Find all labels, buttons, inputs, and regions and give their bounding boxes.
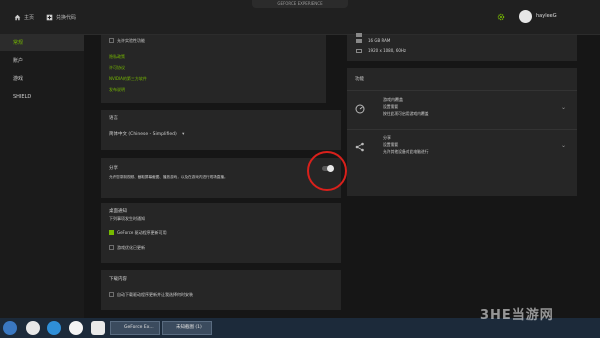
task-geforce[interactable]: GeForce Ex... (110, 321, 160, 335)
chrome-icon[interactable] (26, 321, 40, 335)
experimental-checkbox[interactable] (109, 38, 114, 43)
overlay-icon (355, 104, 365, 114)
language-title: 语言 (109, 116, 118, 121)
share-description: 允许您录制视频、截取屏幕截图、播放游戏，以及在游戏内进行现场直播。 (109, 175, 228, 179)
system-info-card: 16 GB RAM 1920 x 1080, 60Hz (347, 33, 577, 61)
task-screenshot-label: 未知截图 (1) (176, 325, 202, 330)
features-card: 功能 游戏内覆盖 设置需要 按住此项可启用游戏内覆盖 ⌄ 分享 设置需要 允许其… (347, 68, 577, 196)
download-card: 下载内容 自动下载驱动程序更新并让我选择何时安装 (101, 270, 341, 310)
sidebar-item-shield[interactable]: SHIELD (0, 89, 84, 105)
chevron-down-icon[interactable]: ⌄ (561, 104, 566, 111)
app-icon[interactable] (91, 321, 105, 335)
desktop-notify-card: 桌面通知 下列事项发生时通知 GeForce 驱动程序更新可用 游戏优化已更新 (101, 203, 341, 263)
download-title: 下载内容 (109, 277, 127, 282)
browser-icon[interactable] (47, 321, 61, 335)
redeem-label: 兑换代码 (56, 14, 77, 21)
start-button[interactable] (3, 321, 17, 335)
home-button[interactable]: 主页 (14, 12, 34, 22)
features-title: 功能 (355, 77, 364, 82)
experimental-label: 允许实验性功能 (117, 38, 145, 43)
about-card: 允许实验性功能 隐私政策 许可协议 NVIDIA的第三方软件 发布说明 (101, 35, 326, 103)
privacy-link[interactable]: 隐私政策 (109, 54, 125, 60)
sidebar: 常规 账户 游戏 SHIELD (0, 35, 85, 318)
share-card: 分享 允许您录制视频、截取屏幕截图、播放游戏，以及在游戏内进行现场直播。 (101, 158, 341, 198)
driver-update-checkbox[interactable] (109, 230, 114, 235)
share-feature-status: 设置需要 (383, 142, 399, 147)
sidebar-item-general[interactable]: 常规 (0, 35, 84, 51)
chevron-down-icon: ▾ (182, 132, 185, 137)
share-title: 分享 (109, 166, 118, 171)
license-link[interactable]: 许可协议 (109, 65, 125, 71)
desktop-notify-title: 桌面通知 (109, 209, 127, 214)
language-value: 简体中文 (Chinese - Simplified) (109, 132, 177, 137)
task-screenshot[interactable]: 未知截图 (1) (162, 321, 212, 335)
media-player-icon[interactable] (69, 321, 83, 335)
share-feature-desc: 允许其他设备对此电脑进行 (383, 149, 429, 154)
sidebar-item-games[interactable]: 游戏 (0, 71, 84, 87)
task-geforce-label: GeForce Ex... (124, 325, 154, 330)
overlay-desc: 按住此项可启用游戏内覆盖 (383, 111, 429, 116)
watermark: 3HE当游网 (480, 308, 554, 323)
settings-gear-icon[interactable] (497, 13, 505, 21)
overlay-status: 设置需要 (383, 104, 399, 109)
home-icon (14, 14, 21, 20)
highlight-circle (307, 151, 347, 191)
cpu-icon (356, 33, 362, 37)
username[interactable]: hayleeG (536, 13, 557, 19)
third-party-link[interactable]: NVIDIA的第三方软件 (109, 76, 147, 82)
avatar[interactable] (519, 10, 532, 23)
desktop-notify-subtitle: 下列事项发生时通知 (109, 216, 145, 221)
top-bar: GEFORCE EXPERIENCE 主页 兑换代码 hayleeG (0, 0, 600, 35)
chevron-down-icon[interactable]: ⌄ (561, 142, 566, 149)
driver-update-label: GeForce 驱动程序更新可用 (117, 230, 167, 235)
language-card: 语言 简体中文 (Chinese - Simplified) ▾ (101, 110, 341, 150)
overlay-name: 游戏内覆盖 (383, 97, 403, 102)
ram-line: 16 GB RAM (368, 38, 391, 43)
display-line: 1920 x 1080, 60Hz (368, 48, 407, 53)
auto-download-label: 自动下载驱动程序更新并让我选择何时安装 (117, 292, 193, 297)
feature-row-share[interactable]: 分享 设置需要 允许其他设备对此电脑进行 ⌄ (347, 129, 577, 168)
language-select[interactable]: 简体中文 (Chinese - Simplified) ▾ (109, 131, 184, 139)
add-icon (46, 14, 53, 20)
feature-row-overlay[interactable]: 游戏内覆盖 设置需要 按住此项可启用游戏内覆盖 ⌄ (347, 90, 577, 129)
game-opt-checkbox[interactable] (109, 245, 114, 250)
redeem-button[interactable]: 兑换代码 (46, 12, 76, 22)
auto-download-checkbox[interactable] (109, 292, 114, 297)
release-notes-link[interactable]: 发布说明 (109, 87, 125, 93)
sidebar-item-account[interactable]: 账户 (0, 53, 84, 69)
home-label: 主页 (24, 14, 35, 21)
share-icon (355, 142, 364, 152)
share-feature-name: 分享 (383, 135, 391, 140)
app-title: GEFORCE EXPERIENCE (277, 1, 323, 6)
game-opt-label: 游戏优化已更新 (117, 245, 145, 250)
display-icon (356, 49, 362, 53)
memory-icon (356, 39, 362, 43)
